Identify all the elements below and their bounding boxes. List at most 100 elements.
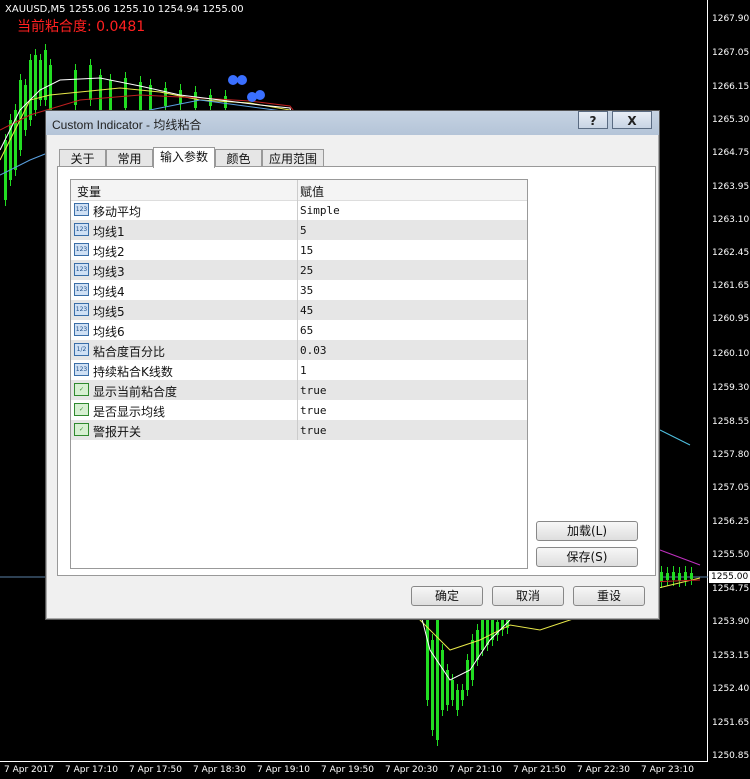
candle-body <box>456 690 459 710</box>
table-row[interactable]: ✓ 警报开关 true <box>71 420 527 440</box>
custom-indicator-dialog: Custom Indicator - 均线粘合 ? X 关于 常用 输入参数 颜… <box>45 110 660 620</box>
variable-value[interactable]: 0.03 <box>300 344 327 357</box>
bool-type-icon: ✓ <box>74 403 89 416</box>
reset-button[interactable]: 重设 <box>573 586 645 606</box>
variable-name: 均线2 <box>93 245 125 259</box>
price-label: 1267.90 <box>712 14 750 24</box>
variable-value[interactable]: true <box>300 384 327 397</box>
column-separator <box>297 180 298 440</box>
candle-body <box>426 620 429 700</box>
price-label: 1253.90 <box>712 617 750 627</box>
inputs-grid: 变量 赋值 123 移动平均 Simple 123 均线1 5 123 均线2 15 123 均线3… <box>70 179 528 569</box>
candle-body <box>461 690 464 700</box>
double-type-icon: 1/2 <box>74 343 89 356</box>
ok-button[interactable]: 确定 <box>411 586 483 606</box>
candle-body <box>486 620 489 645</box>
table-row[interactable]: ✓ 显示当前粘合度 true <box>71 380 527 400</box>
variable-value[interactable]: 15 <box>300 244 313 257</box>
bool-type-icon: ✓ <box>74 423 89 436</box>
candle-body <box>194 92 197 108</box>
price-label: 1253.15 <box>712 651 750 661</box>
variable-value[interactable]: 25 <box>300 264 313 277</box>
tab-common[interactable]: 常用 <box>106 149 153 167</box>
candle-body <box>29 60 32 120</box>
stickiness-readout: 当前粘合度: 0.0481 <box>17 19 146 35</box>
price-label: 1263.10 <box>712 215 750 225</box>
variable-name: 是否显示均线 <box>93 405 166 419</box>
variable-value[interactable]: 5 <box>300 224 307 237</box>
table-row[interactable]: 123 均线2 15 <box>71 240 527 260</box>
table-row[interactable]: 123 均线3 25 <box>71 260 527 280</box>
price-label: 1261.65 <box>712 281 750 291</box>
variable-value[interactable]: true <box>300 404 327 417</box>
candle-body <box>466 660 469 690</box>
table-row[interactable]: 123 均线1 5 <box>71 220 527 240</box>
price-label: 1260.95 <box>712 314 750 324</box>
tab-visualization[interactable]: 应用范围 <box>262 149 324 167</box>
table-row[interactable]: 123 移动平均 Simple <box>71 200 527 220</box>
save-button[interactable]: 保存(S) <box>536 547 638 567</box>
variable-name: 均线1 <box>93 225 125 239</box>
variable-value[interactable]: 65 <box>300 324 313 337</box>
candle-body <box>678 573 681 581</box>
symbol-info: XAUUSD,M5 1255.06 1255.10 1254.94 1255.0… <box>5 4 244 15</box>
variable-name: 粘合度百分比 <box>93 345 166 359</box>
variable-name: 均线4 <box>93 285 125 299</box>
price-label: 1251.65 <box>712 718 750 728</box>
price-label: 1259.30 <box>712 383 750 393</box>
candle-body <box>660 572 663 582</box>
variable-name: 均线3 <box>93 265 125 279</box>
price-label: 1266.15 <box>712 82 750 92</box>
tab-about[interactable]: 关于 <box>59 149 106 167</box>
time-label: 7 Apr 17:50 <box>129 765 182 775</box>
variable-value[interactable]: true <box>300 424 327 437</box>
price-label: 1257.05 <box>712 483 750 493</box>
help-button[interactable]: ? <box>578 111 608 129</box>
table-row[interactable]: ✓ 是否显示均线 true <box>71 400 527 420</box>
time-label: 7 Apr 22:30 <box>577 765 630 775</box>
variable-name: 显示当前粘合度 <box>93 385 178 399</box>
variable-value[interactable]: Simple <box>300 204 340 217</box>
candle-body <box>34 55 37 110</box>
variable-name: 警报开关 <box>93 425 142 439</box>
col-value[interactable]: 赋值 <box>300 183 324 200</box>
dialog-titlebar[interactable]: Custom Indicator - 均线粘合 ? X <box>46 111 659 135</box>
tab-inputs[interactable]: 输入参数 <box>153 147 215 168</box>
candle-body <box>109 80 112 112</box>
int-type-icon: 123 <box>74 203 89 216</box>
candle-body <box>39 60 42 100</box>
price-label: 1263.95 <box>712 182 750 192</box>
candle-body <box>49 65 52 110</box>
variable-value[interactable]: 1 <box>300 364 307 377</box>
variable-name: 移动平均 <box>93 205 142 219</box>
variable-value[interactable]: 35 <box>300 284 313 297</box>
candle-body <box>481 620 484 650</box>
price-label: 1250.85 <box>712 751 750 761</box>
candle-body <box>684 572 687 580</box>
int-type-icon: 123 <box>74 303 89 316</box>
cancel-button[interactable]: 取消 <box>492 586 564 606</box>
table-row[interactable]: 1/2 粘合度百分比 0.03 <box>71 340 527 360</box>
candle-body <box>74 70 77 105</box>
close-button[interactable]: X <box>612 111 652 129</box>
table-row[interactable]: 123 持续粘合K线数 1 <box>71 360 527 380</box>
candle-body <box>666 573 669 580</box>
table-row[interactable]: 123 均线4 35 <box>71 280 527 300</box>
price-label: 1257.80 <box>712 450 750 460</box>
price-label: 1256.25 <box>712 517 750 527</box>
tab-colors[interactable]: 颜色 <box>215 149 262 167</box>
bool-type-icon: ✓ <box>74 383 89 396</box>
signal-dot <box>228 75 238 85</box>
table-row[interactable]: 123 均线6 65 <box>71 320 527 340</box>
table-row[interactable]: 123 均线5 45 <box>71 300 527 320</box>
int-type-icon: 123 <box>74 363 89 376</box>
load-button[interactable]: 加载(L) <box>536 521 638 541</box>
current-price-tag: 1255.00 <box>709 571 750 583</box>
close-icon: X <box>627 114 637 128</box>
col-variable[interactable]: 变量 <box>77 183 101 200</box>
time-label: 7 Apr 19:10 <box>257 765 310 775</box>
signal-dot <box>237 75 247 85</box>
candle-body <box>19 80 22 150</box>
price-label: 1265.30 <box>712 115 750 125</box>
variable-value[interactable]: 45 <box>300 304 313 317</box>
